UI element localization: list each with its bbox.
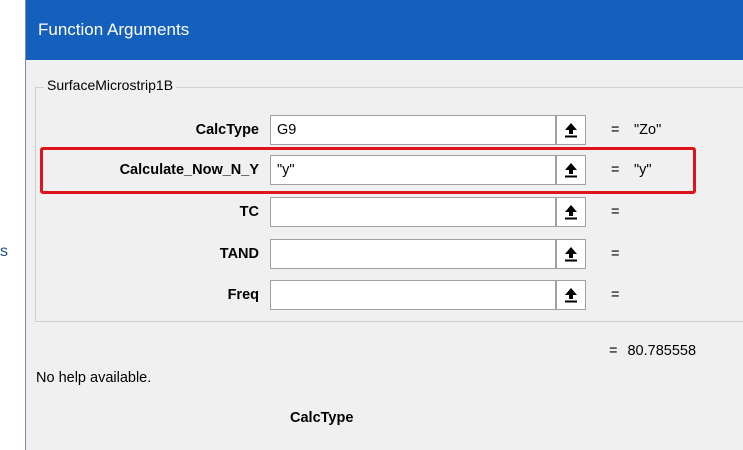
argument-equals-tc: = bbox=[611, 204, 620, 220]
help-text: No help available. bbox=[36, 370, 152, 386]
arrow-up-collapse-icon bbox=[565, 288, 577, 303]
argument-input-calctype[interactable] bbox=[270, 115, 556, 145]
argument-label-calculate-now: Calculate_Now_N_Y bbox=[119, 162, 259, 178]
argument-result-calctype: "Zo" bbox=[634, 122, 662, 138]
collapse-dialog-button-calculate-now[interactable] bbox=[556, 155, 586, 185]
screenshot-stage: s Function Arguments SurfaceMicrostrip1B… bbox=[0, 0, 743, 450]
function-arguments-dialog: Function Arguments SurfaceMicrostrip1B C… bbox=[25, 0, 743, 450]
argument-input-tc[interactable] bbox=[270, 197, 556, 227]
argument-row-calctype: CalcType = "Zo" bbox=[26, 114, 743, 148]
argument-input-tand[interactable] bbox=[270, 239, 556, 269]
argument-equals-tand: = bbox=[611, 246, 620, 262]
arrow-up-collapse-icon bbox=[565, 247, 577, 262]
argument-label-calctype: CalcType bbox=[195, 122, 259, 138]
argument-row-freq: Freq = bbox=[26, 279, 743, 313]
argument-row-tc: TC = bbox=[26, 196, 743, 230]
argument-result-calculate-now: "y" bbox=[634, 162, 652, 178]
collapse-dialog-button-freq[interactable] bbox=[556, 280, 586, 310]
argument-label-freq: Freq bbox=[227, 287, 259, 303]
argument-row-calculate-now: Calculate_Now_N_Y = "y" bbox=[26, 154, 743, 188]
argument-equals-freq: = bbox=[611, 287, 620, 303]
argument-equals-calculate-now: = bbox=[611, 162, 620, 178]
collapse-dialog-button-tand[interactable] bbox=[556, 239, 586, 269]
arrow-up-collapse-icon bbox=[565, 123, 577, 138]
argument-description-name: CalcType bbox=[290, 410, 354, 426]
formula-result: = 80.785558 bbox=[609, 343, 696, 359]
dialog-title-bar[interactable]: Function Arguments bbox=[26, 0, 743, 60]
formula-result-value: 80.785558 bbox=[627, 343, 697, 359]
arrow-up-collapse-icon bbox=[565, 205, 577, 220]
collapse-dialog-button-tc[interactable] bbox=[556, 197, 586, 227]
background-text-fragment: s bbox=[0, 243, 8, 260]
argument-row-tand: TAND = bbox=[26, 238, 743, 272]
arrow-up-collapse-icon bbox=[565, 163, 577, 178]
argument-label-tc: TC bbox=[239, 204, 259, 220]
argument-input-freq[interactable] bbox=[270, 280, 556, 310]
collapse-dialog-button-calctype[interactable] bbox=[556, 115, 586, 145]
argument-label-tand: TAND bbox=[219, 246, 259, 262]
argument-input-calculate-now[interactable] bbox=[270, 155, 556, 185]
dialog-title: Function Arguments bbox=[38, 20, 190, 39]
argument-equals-calctype: = bbox=[611, 122, 620, 138]
formula-result-equals: = bbox=[609, 343, 618, 359]
function-name-label: SurfaceMicrostrip1B bbox=[44, 77, 177, 93]
